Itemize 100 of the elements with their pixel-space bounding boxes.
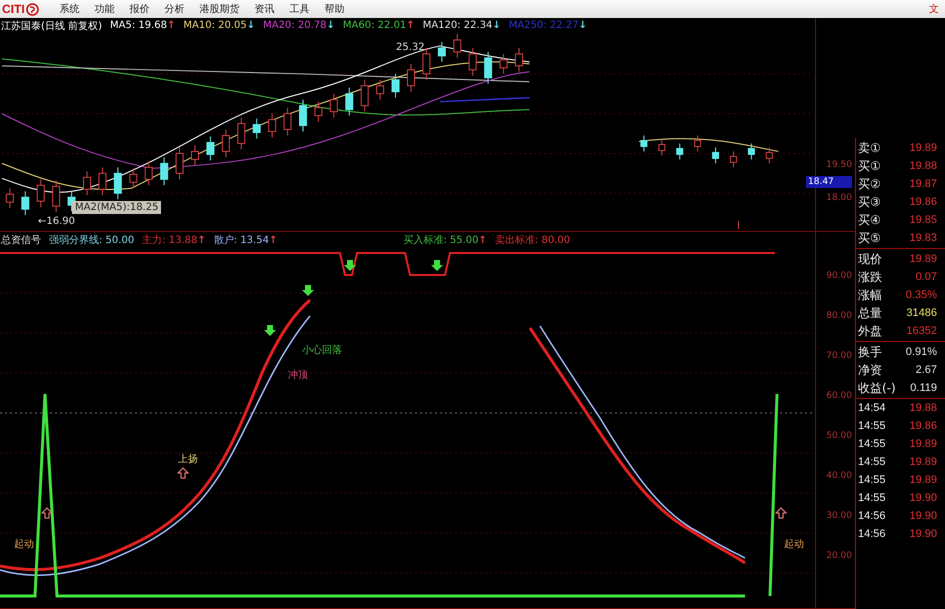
candlestick — [484, 51, 492, 84]
candlestick — [314, 101, 322, 122]
candlestick — [6, 188, 14, 209]
quote-value: 0.91% — [906, 346, 937, 358]
menu-item[interactable]: 工具 — [290, 2, 310, 16]
axis-label: 70.00 — [826, 351, 852, 362]
tick-price: 19.89 — [909, 438, 937, 450]
axis-label: 50.00 — [826, 431, 852, 442]
tick-time: 14:55 — [858, 438, 886, 450]
axis-label: 19.50 — [826, 160, 852, 170]
quote-label: 收益(-) — [858, 380, 896, 396]
candlestick — [284, 107, 292, 136]
tick-price: 19.89 — [909, 456, 937, 468]
chart-annotation: 起动 — [784, 538, 804, 551]
app-logo: CITI — [2, 2, 39, 16]
quote-label: 涨跌 — [858, 268, 882, 286]
legend-label: 散户: 13.54 — [214, 234, 269, 247]
axis-label: 20.00 — [826, 551, 852, 562]
corner-label: 文 — [929, 2, 939, 16]
trend-arrow: ↓ — [492, 20, 501, 32]
candlestick — [144, 160, 153, 186]
menu-item[interactable]: 分析 — [164, 2, 185, 16]
candlestick — [676, 142, 684, 160]
tick-price: 19.89 — [909, 474, 937, 486]
tick-price: 19.88 — [909, 402, 937, 414]
quote-label: 买③ — [858, 194, 881, 210]
quote-value: 0.119 — [910, 382, 937, 394]
menu-item[interactable]: 系统 — [60, 2, 80, 16]
up-arrow-icon — [774, 507, 788, 518]
quote-label: 涨幅 — [858, 286, 882, 304]
candlestick — [83, 170, 91, 196]
logo-icon — [26, 2, 39, 16]
quote-label: 现价 — [858, 250, 882, 268]
tick-time: 14:55 — [858, 492, 886, 504]
candlestick — [160, 156, 168, 186]
quote-label: 总量 — [858, 304, 882, 322]
chart-annotation: 起动 — [14, 538, 34, 551]
tick-time: 14:56 — [858, 510, 886, 522]
quote-value: 0.35% — [906, 289, 937, 301]
chart-annotation: 冲顶 — [288, 368, 308, 382]
candlestick — [176, 146, 184, 180]
legend-label: 江苏国泰(日线 前复权) — [1, 20, 102, 33]
axis-label: 40.00 — [826, 471, 852, 482]
quote-label: 买① — [858, 158, 881, 174]
legend-label: MA10: 20.05 — [183, 20, 247, 32]
trend-arrow: ↑ — [478, 234, 487, 246]
candlestick — [730, 150, 737, 168]
candlestick — [712, 146, 720, 164]
menu-item[interactable]: 资讯 — [254, 2, 275, 16]
legend-label: MA120: 22.34 — [422, 20, 492, 32]
axis-label: 18.00 — [826, 193, 852, 203]
tick-time: 14:55 — [858, 456, 886, 468]
menu-item[interactable]: 港股期货 — [200, 2, 240, 16]
candlestick — [129, 168, 138, 189]
menu-item[interactable]: 功能 — [94, 2, 115, 16]
quote-value: 19.88 — [909, 160, 937, 172]
down-arrow-icon — [302, 285, 314, 296]
candlestick — [640, 134, 648, 152]
legend-label: 卖出标准: 80.00 — [494, 234, 570, 247]
legend-label: MA250: 22.27 — [508, 20, 579, 32]
candlestick — [422, 47, 430, 80]
candlestick — [438, 41, 446, 62]
candlestick — [407, 63, 415, 92]
down-arrow-icon — [264, 325, 276, 336]
trend-arrow: ↓ — [578, 20, 587, 32]
menu-item[interactable]: 帮助 — [324, 2, 345, 16]
quote-value: 2.67 — [916, 364, 937, 376]
current-price-label: 18.47 — [806, 176, 852, 188]
candlestick — [360, 79, 369, 112]
candlestick — [658, 138, 666, 156]
quote-label: 净资 — [858, 362, 882, 378]
quote-value: 16352 — [906, 325, 937, 337]
quote-label: 换手 — [858, 344, 882, 360]
trend-arrow: ↑ — [167, 20, 176, 32]
candlestick — [500, 53, 508, 74]
candlestick — [206, 136, 214, 161]
candlestick — [21, 190, 30, 216]
axis-label: 30.00 — [826, 511, 852, 522]
tick-time: 14:54 — [858, 402, 886, 414]
candlestick — [453, 34, 462, 58]
quote-label: 买④ — [858, 212, 881, 228]
axis-label: 60.00 — [826, 391, 852, 402]
high-price-label: 25.32 — [396, 42, 425, 53]
legend-label: 强弱分界线: 50.00 — [49, 234, 134, 247]
trend-arrow: ↑ — [268, 234, 278, 246]
quote-value: 19.89 — [909, 142, 937, 154]
candlestick — [694, 134, 702, 152]
candlestick — [515, 47, 523, 72]
candlestick — [392, 73, 400, 98]
candlestick — [222, 128, 230, 158]
tick-price: 19.90 — [909, 510, 937, 522]
quote-value: 19.86 — [909, 196, 937, 208]
candlestick — [345, 87, 354, 116]
up-arrow-icon — [40, 507, 54, 518]
quote-value: 0.07 — [916, 271, 937, 283]
axis-label: 80.00 — [826, 311, 852, 322]
tick-price: 19.90 — [909, 528, 937, 540]
candlestick — [114, 166, 122, 200]
candlestick — [237, 117, 246, 150]
menu-item[interactable]: 报价 — [130, 2, 150, 16]
